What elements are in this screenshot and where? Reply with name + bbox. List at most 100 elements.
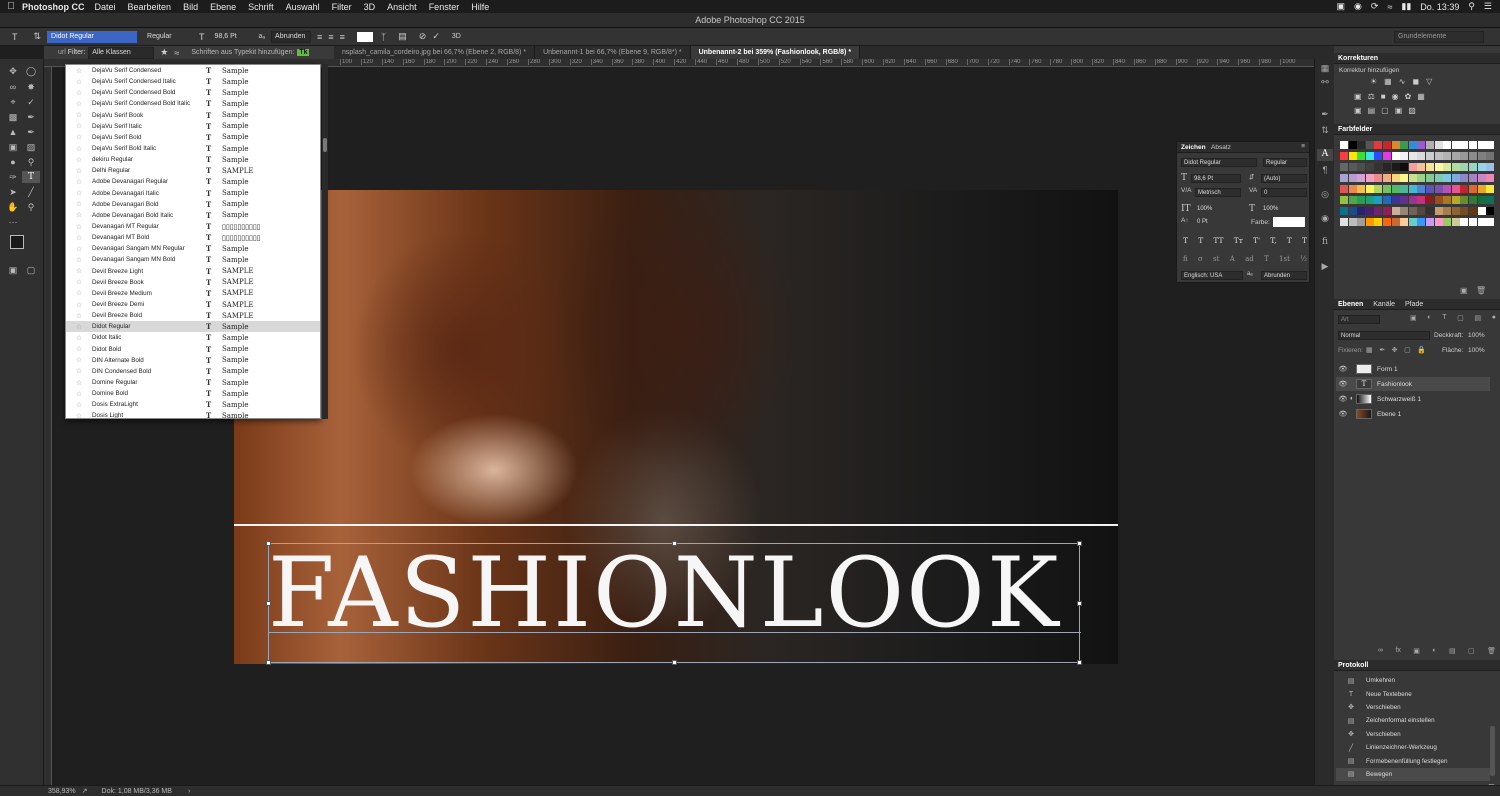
posterize-icon[interactable]: ▤ (1368, 106, 1376, 115)
color-swatch[interactable] (1451, 152, 1460, 160)
type-style-button[interactable]: T, (1270, 236, 1276, 245)
char-horizontal-scale[interactable]: 100% (1261, 205, 1307, 214)
character-panel-dock-icon[interactable]: A (1317, 149, 1333, 161)
font-list-item[interactable]: ☆ Didot Italic T Sample (66, 332, 320, 343)
lock-pixels-icon[interactable]: ✒ (1379, 346, 1385, 354)
favorite-star-icon[interactable]: ☆ (66, 245, 92, 253)
color-swatch[interactable] (1340, 218, 1348, 226)
history-scrollbar[interactable] (1490, 726, 1495, 776)
font-family-dropdown-list[interactable]: ☆ DejaVu Serif Condensed T Sample ☆ DejaVu Se… (65, 64, 321, 419)
color-swatch[interactable] (1434, 218, 1443, 226)
color-swatch[interactable] (1348, 196, 1357, 204)
tab-protokoll[interactable]: Protokoll (1334, 660, 1372, 671)
filter-adjust-icon[interactable]: ◐ (1427, 314, 1431, 322)
char-baseline-shift[interactable]: 0 Pt (1195, 218, 1241, 227)
color-swatch[interactable] (1374, 207, 1383, 215)
transform-handle[interactable] (266, 660, 271, 665)
color-swatch[interactable] (1348, 152, 1357, 160)
color-swatch[interactable] (1443, 196, 1452, 204)
font-style-select[interactable]: Regular (143, 30, 194, 43)
color-swatch[interactable] (1374, 218, 1383, 226)
font-list-scrollbar[interactable] (322, 64, 328, 419)
type-style-button[interactable]: T (1287, 236, 1292, 245)
color-swatch[interactable] (1365, 185, 1374, 193)
typekit-icon[interactable]: Tk (297, 49, 310, 56)
color-swatch[interactable] (1443, 185, 1452, 193)
opentype-button[interactable]: T (1264, 255, 1269, 263)
color-swatch[interactable] (1443, 207, 1452, 215)
color-swatch[interactable] (1451, 141, 1460, 149)
favorite-star-icon[interactable]: ☆ (66, 379, 92, 387)
color-swatch[interactable] (1400, 174, 1409, 182)
color-swatch[interactable] (1417, 185, 1426, 193)
transform-handle[interactable] (1077, 541, 1082, 546)
filter-smart-icon[interactable]: ▤ (1474, 314, 1481, 322)
tab-ebenen[interactable]: Ebenen (1334, 299, 1367, 310)
favorite-star-icon[interactable]: ☆ (66, 67, 92, 75)
similar-fonts-icon[interactable]: ≈ (174, 48, 179, 58)
align-center-icon[interactable]: ≡ (328, 32, 333, 42)
healing-brush-icon[interactable]: ▩ (4, 111, 22, 123)
color-swatch[interactable] (1374, 163, 1383, 171)
color-swatch[interactable] (1434, 207, 1443, 215)
favorite-star-icon[interactable]: ☆ (66, 367, 92, 375)
color-swatch[interactable] (1374, 174, 1383, 182)
opentype-button[interactable]: A (1230, 255, 1235, 263)
color-swatch[interactable] (1443, 163, 1452, 171)
zoom-level[interactable]: 358,93% (48, 788, 76, 795)
color-swatch[interactable] (1365, 152, 1374, 160)
color-swatch[interactable] (1408, 185, 1417, 193)
menu-3d[interactable]: 3D (364, 2, 376, 12)
font-list-item[interactable]: ☆ Devanagari MT Bold T ▯▯▯▯▯▯▯▯▯▯ (66, 232, 320, 243)
panel-menu-icon[interactable]: ≡ (1301, 143, 1305, 150)
color-swatch[interactable] (1357, 207, 1366, 215)
color-swatch[interactable] (1365, 141, 1374, 149)
color-swatch[interactable] (1348, 174, 1357, 182)
favorite-star-icon[interactable]: ☆ (66, 89, 92, 97)
favorite-star-icon[interactable]: ☆ (66, 211, 92, 219)
color-swatch[interactable] (1434, 185, 1443, 193)
font-list-scroll-thumb[interactable] (323, 138, 327, 152)
lock-position-icon[interactable]: ✥ (1392, 346, 1398, 354)
color-swatch[interactable] (1426, 141, 1434, 149)
clone-source-icon[interactable]: ◎ (1317, 189, 1333, 201)
favorite-star-icon[interactable]: ☆ (66, 78, 92, 86)
color-swatch[interactable] (1426, 174, 1434, 182)
tool-presets-icon[interactable]: ✒ (1317, 109, 1333, 121)
color-swatch[interactable] (1469, 152, 1477, 160)
color-swatch[interactable] (1486, 174, 1495, 182)
color-swatch[interactable] (1340, 141, 1348, 149)
quick-mask-icon[interactable]: ▣ (4, 264, 22, 276)
font-list-item[interactable]: ☆ Dosis ExtraLight T Sample (66, 399, 320, 410)
color-swatch[interactable] (1451, 207, 1460, 215)
color-swatch[interactable] (1400, 141, 1409, 149)
tab-document-3[interactable]: Unbenannt-2 bei 359% (Fashionlook, RGB/8… (690, 46, 861, 59)
char-font-family[interactable]: Didot Regular (1181, 158, 1257, 167)
font-list-item[interactable]: ☆ dekiru Regular T Sample (66, 154, 320, 165)
font-list-item[interactable]: ☆ Domine Regular T Sample (66, 377, 320, 388)
sync-icon[interactable]: ⟳ (1371, 1, 1379, 12)
color-swatch[interactable] (1469, 141, 1477, 149)
font-list-item[interactable]: ☆ Devil Breeze Bold T SAMPLE (66, 310, 320, 321)
color-lookup-icon[interactable]: ▦ (1417, 92, 1425, 101)
visibility-eye-icon[interactable]: 👁 (1336, 395, 1350, 403)
transform-handle[interactable] (672, 541, 677, 546)
font-list-item[interactable]: ☆ DejaVu Serif Condensed Italic T Sample (66, 76, 320, 87)
favorites-star-icon[interactable]: ★ (160, 47, 168, 58)
transform-handle[interactable] (1077, 601, 1082, 606)
color-swatch[interactable] (1477, 152, 1486, 160)
color-swatch[interactable] (1469, 218, 1477, 226)
char-vertical-scale[interactable]: 100% (1195, 205, 1241, 214)
color-swatch[interactable] (1357, 185, 1366, 193)
char-kerning[interactable]: Metrisch (1195, 188, 1241, 197)
favorite-star-icon[interactable]: ☆ (66, 122, 92, 130)
color-swatch[interactable] (1460, 207, 1469, 215)
color-swatch[interactable] (1374, 152, 1383, 160)
delete-layer-icon[interactable]: 🗑 (1487, 647, 1496, 655)
transform-handle[interactable] (672, 660, 677, 665)
color-swatch[interactable] (1357, 218, 1366, 226)
font-list-item[interactable]: ☆ DIN Condensed Bold T Sample (66, 366, 320, 377)
brush-tool-icon[interactable]: ✒ (22, 111, 40, 123)
color-swatch[interactable] (1340, 185, 1348, 193)
color-swatch[interactable] (1408, 163, 1417, 171)
